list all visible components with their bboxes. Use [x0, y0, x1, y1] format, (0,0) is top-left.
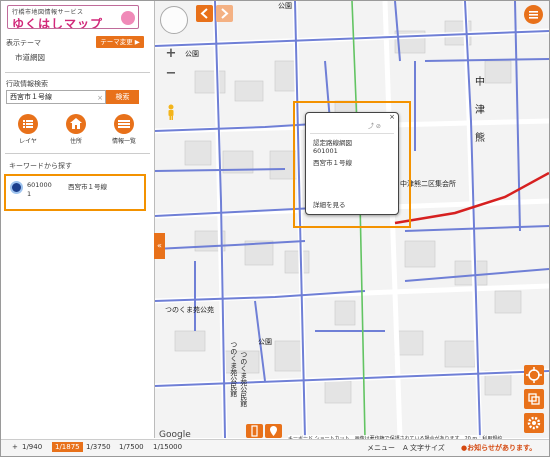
popup-detail-link[interactable]: 詳細を見る	[313, 199, 346, 209]
area-label: 中	[475, 77, 485, 88]
popup-title: 認定路線網図	[313, 139, 352, 147]
popup-tool-icons: ⤴ ⊘	[368, 123, 381, 130]
search-heading: 行政情報検索	[6, 80, 48, 88]
divider	[5, 153, 150, 154]
layer-button[interactable]: レイヤ	[12, 114, 44, 145]
address-button[interactable]: 住所	[60, 114, 92, 145]
clear-icon[interactable]: ×	[97, 92, 103, 104]
scale-option[interactable]: 1/3750	[86, 443, 111, 451]
info-popup: ⤴ ⊘ × 認定路線網図 601001 西宮市１号線 詳細を見る	[305, 112, 399, 215]
keyword-heading: キーワードから探す	[9, 162, 72, 170]
forward-arrow-icon[interactable]	[216, 5, 233, 22]
result-name: 西宮市１号線	[68, 183, 107, 191]
popup-divider	[310, 133, 394, 134]
result-number: 1	[27, 190, 32, 198]
park-label: 公園	[278, 2, 292, 10]
table-icon	[114, 114, 134, 134]
theme-value: 市道網図	[15, 53, 45, 62]
menu-link[interactable]: メニュー	[367, 443, 395, 453]
pin-icon	[10, 181, 23, 194]
park-label: 公園	[185, 50, 199, 58]
layer-label: レイヤ	[19, 138, 37, 145]
location-pin-icon[interactable]	[265, 424, 282, 438]
zoom-in-button[interactable]: +	[164, 47, 178, 61]
community-hall-label: つのくま苑公民館	[239, 351, 248, 407]
scale-option[interactable]: 1/940	[22, 443, 42, 451]
crosshair-icon[interactable]	[524, 365, 544, 385]
pan-control[interactable]	[160, 6, 188, 34]
park-label: 公園	[258, 338, 272, 346]
scale-option[interactable]: 1/15000	[153, 443, 182, 451]
area-label: 熊	[475, 133, 485, 144]
notice-link[interactable]: ●お知らせがあります。	[461, 443, 536, 453]
zoom-out-button[interactable]: −	[164, 67, 178, 81]
search-input-value: 西宮市１号線	[10, 93, 52, 101]
area-label: 津	[475, 105, 485, 116]
list-icon	[18, 114, 38, 134]
result-code: 601000	[27, 181, 52, 189]
scale-nav-button[interactable]: +	[12, 443, 18, 451]
close-icon[interactable]: ×	[389, 113, 395, 121]
info-list-label: 情報一覧	[111, 138, 136, 145]
text-size-link[interactable]: A 文字サイズ	[403, 443, 445, 453]
popup-code: 601001	[313, 147, 338, 155]
search-input[interactable]: 西宮市１号線 ×	[6, 90, 106, 104]
address-label: 住所	[69, 138, 82, 145]
menu-icon[interactable]	[524, 5, 543, 24]
gear-icon[interactable]	[524, 413, 544, 433]
sidebar: 行橋市地図情報サービス ゆくはしマップ 表示テーマ テーマ変更 ▶ 市道網図 行…	[1, 1, 155, 438]
street-view-icon[interactable]	[167, 104, 175, 120]
house-icon	[66, 114, 86, 134]
theme-heading: 表示テーマ	[6, 39, 41, 47]
theme-change-button[interactable]: テーマ変更 ▶	[96, 36, 144, 48]
search-button[interactable]: 検索	[106, 90, 139, 104]
search-result-item[interactable]: 601000 西宮市１号線 1	[4, 174, 146, 211]
bottom-bar: + 1/940 1/1875 1/3750 1/7500 1/15000 メニュ…	[1, 439, 549, 456]
back-arrow-icon[interactable]	[196, 5, 213, 22]
community-hall-label: つのくま苑公民館	[229, 341, 238, 397]
sidebar-toggle[interactable]: «	[154, 233, 165, 259]
popup-name: 西宮市１号線	[313, 159, 352, 167]
info-list-button[interactable]: 情報一覧	[108, 114, 140, 145]
logo-title: ゆくはしマップ	[12, 17, 104, 29]
logo[interactable]: 行橋市地図情報サービス ゆくはしマップ	[7, 5, 139, 29]
scale-option-active[interactable]: 1/1875	[52, 442, 83, 452]
ruler-icon[interactable]	[246, 424, 263, 438]
layers-icon[interactable]	[524, 389, 544, 409]
mascot-icon	[121, 11, 135, 25]
scale-option[interactable]: 1/7500	[119, 443, 144, 451]
place-label: つのくま苑公苑	[165, 306, 214, 314]
divider	[5, 72, 150, 73]
